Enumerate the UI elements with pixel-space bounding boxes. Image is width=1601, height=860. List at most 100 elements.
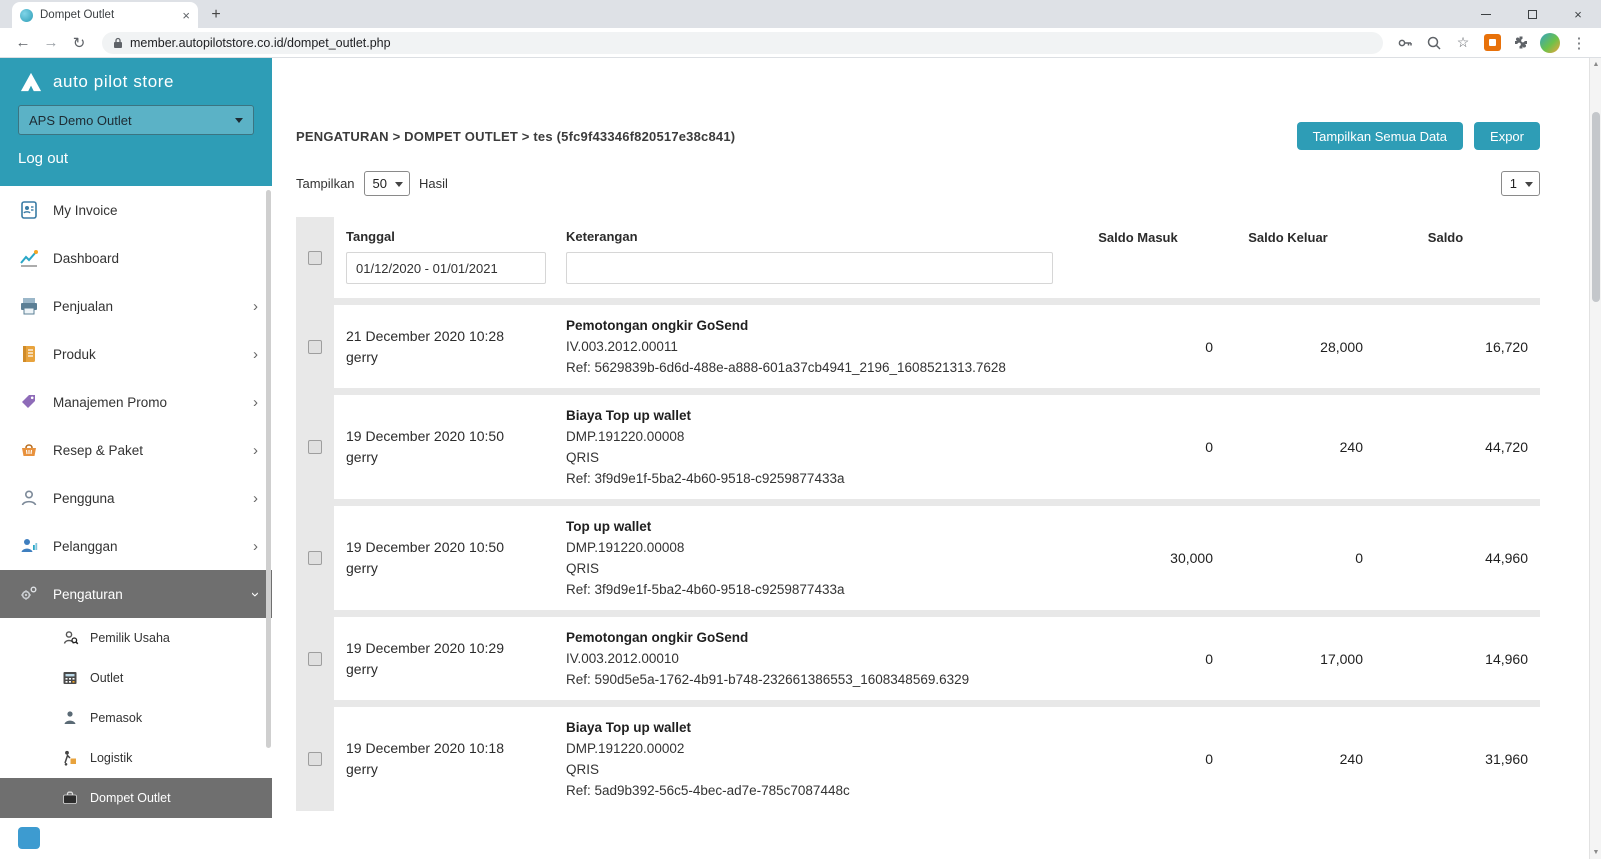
- supplier-icon: [60, 709, 79, 728]
- dashboard-icon: [18, 247, 40, 269]
- row-saldo-keluar: 28,000: [1213, 339, 1363, 355]
- browser-tab[interactable]: Dompet Outlet ×: [12, 2, 198, 28]
- sidebar-item-resep-paket[interactable]: Resep & Paket ›: [0, 426, 272, 474]
- invoice-icon: [18, 199, 40, 221]
- sidebar: auto pilot store APS Demo Outlet Log out…: [0, 58, 272, 859]
- row-checkbox[interactable]: [308, 551, 322, 565]
- sidebar-subitem-dompet-outlet[interactable]: Dompet Outlet: [0, 778, 272, 818]
- sidebar-item-produk[interactable]: Produk ›: [0, 330, 272, 378]
- column-header-tanggal: Tanggal: [346, 229, 566, 244]
- outlet-selector[interactable]: APS Demo Outlet: [18, 105, 254, 135]
- show-all-data-button[interactable]: Tampilkan Semua Data: [1297, 122, 1463, 150]
- row-description-line: Ref: 5ad9b392-56c5-4bec-ad7e-785c7087448…: [566, 780, 1063, 801]
- sidebar-subitem-logistik[interactable]: Logistik: [0, 738, 272, 778]
- row-saldo: 31,960: [1363, 751, 1528, 767]
- scrollbar-thumb[interactable]: [1592, 112, 1600, 302]
- forward-button[interactable]: →: [38, 30, 64, 56]
- row-saldo-keluar: 240: [1213, 439, 1363, 455]
- site-favicon: [20, 9, 33, 22]
- row-checkbox[interactable]: [308, 440, 322, 454]
- new-tab-button[interactable]: +: [204, 3, 228, 27]
- sidebar-item-pelanggan[interactable]: Pelanggan ›: [0, 522, 272, 570]
- chevron-down-icon: [235, 118, 243, 123]
- product-icon: [18, 343, 40, 365]
- browser-menu-icon[interactable]: ⋮: [1567, 31, 1591, 55]
- row-date: 19 December 2020 10:18: [346, 738, 566, 759]
- row-saldo: 44,720: [1363, 439, 1528, 455]
- sidebar-item-label: Dashboard: [53, 251, 119, 266]
- page-number-select[interactable]: 1: [1501, 171, 1540, 196]
- sidebar-subitem-label: Outlet: [90, 671, 123, 685]
- main-content: PENGATURAN > DOMPET OUTLET > tes (5fc9f4…: [272, 58, 1601, 859]
- results-label: Hasil: [419, 176, 448, 191]
- logo-text: auto pilot store: [53, 72, 174, 92]
- row-saldo-masuk: 30,000: [1063, 550, 1213, 566]
- select-all-checkbox[interactable]: [308, 251, 322, 265]
- extensions-puzzle-icon[interactable]: [1509, 31, 1533, 55]
- back-button[interactable]: ←: [10, 30, 36, 56]
- row-saldo-masuk: 0: [1063, 651, 1213, 667]
- browser-toolbar: ← → ↻ member.autopilotstore.co.id/dompet…: [0, 28, 1601, 58]
- zoom-icon[interactable]: [1422, 31, 1446, 55]
- date-range-filter-input[interactable]: [346, 252, 546, 284]
- url-bar[interactable]: member.autopilotstore.co.id/dompet_outle…: [102, 32, 1383, 54]
- row-description-line: DMP.191220.00002: [566, 738, 1063, 759]
- outlet-selector-value: APS Demo Outlet: [29, 113, 132, 128]
- row-user: gerry: [346, 659, 566, 680]
- table-row: 19 December 2020 10:29 gerry Pemotongan …: [296, 617, 1540, 700]
- row-description-title: Top up wallet: [566, 516, 1063, 537]
- url-text: member.autopilotstore.co.id/dompet_outle…: [130, 36, 391, 50]
- row-saldo-masuk: 0: [1063, 439, 1213, 455]
- sidebar-scrollbar[interactable]: [266, 190, 271, 748]
- maximize-button[interactable]: [1509, 0, 1555, 28]
- row-saldo-keluar: 0: [1213, 550, 1363, 566]
- row-description-line: IV.003.2012.00010: [566, 648, 1063, 669]
- row-date: 19 December 2020 10:50: [346, 426, 566, 447]
- table-header-row: Tanggal Keterangan Saldo Masuk Saldo Kel…: [296, 217, 1540, 298]
- sidebar-item-pengguna[interactable]: Pengguna ›: [0, 474, 272, 522]
- page-size-select[interactable]: 50: [364, 171, 410, 196]
- minimize-button[interactable]: [1463, 0, 1509, 28]
- export-button[interactable]: Expor: [1474, 122, 1540, 150]
- row-description-line: Ref: 3f9d9e1f-5ba2-4b60-9518-c9259877433…: [566, 468, 1063, 489]
- tab-close-icon[interactable]: ×: [182, 9, 190, 22]
- column-header-saldo: Saldo: [1363, 229, 1528, 245]
- column-header-saldo-keluar: Saldo Keluar: [1213, 229, 1363, 245]
- row-description-line: QRIS: [566, 558, 1063, 579]
- row-checkbox[interactable]: [308, 652, 322, 666]
- row-description-line: QRIS: [566, 759, 1063, 780]
- row-description-line: IV.003.2012.00011: [566, 336, 1063, 357]
- sidebar-item-dashboard[interactable]: Dashboard: [0, 234, 272, 282]
- sidebar-item-partial-icon[interactable]: [18, 827, 40, 849]
- close-button[interactable]: ×: [1555, 0, 1601, 28]
- sidebar-item-label: My Invoice: [53, 203, 118, 218]
- password-key-icon[interactable]: [1393, 31, 1417, 55]
- sidebar-subitem-pemasok[interactable]: Pemasok: [0, 698, 272, 738]
- row-checkbox[interactable]: [308, 752, 322, 766]
- browser-tab-strip: Dompet Outlet × + ×: [0, 0, 1601, 28]
- sidebar-subitem-pemilik-usaha[interactable]: Pemilik Usaha: [0, 618, 272, 658]
- sidebar-item-penjualan[interactable]: Penjualan ›: [0, 282, 272, 330]
- table-row: 19 December 2020 10:18 gerry Biaya Top u…: [296, 707, 1540, 811]
- sidebar-item-my-invoice[interactable]: My Invoice: [0, 186, 272, 234]
- scrollbar-down-arrow[interactable]: ▼: [1590, 849, 1601, 856]
- row-checkbox[interactable]: [308, 340, 322, 354]
- row-description-line: Ref: 590d5e5a-1762-4b91-b748-23266138655…: [566, 669, 1063, 690]
- scrollbar-up-arrow[interactable]: ▲: [1590, 61, 1601, 68]
- password-extension-icon[interactable]: [1480, 31, 1504, 55]
- profile-avatar[interactable]: [1538, 31, 1562, 55]
- column-header-keterangan: Keterangan: [566, 229, 1063, 244]
- sidebar-item-pengaturan[interactable]: Pengaturan ›: [0, 570, 272, 618]
- page-scrollbar[interactable]: ▲ ▼: [1589, 58, 1601, 859]
- sidebar-subitem-outlet[interactable]: Outlet: [0, 658, 272, 698]
- row-date: 21 December 2020 10:28: [346, 326, 566, 347]
- sidebar-subitem-label: Logistik: [90, 751, 132, 765]
- app-logo: auto pilot store: [18, 71, 254, 93]
- keterangan-filter-input[interactable]: [566, 252, 1053, 284]
- logout-link[interactable]: Log out: [18, 150, 68, 167]
- breadcrumb: PENGATURAN > DOMPET OUTLET > tes (5fc9f4…: [296, 129, 1286, 144]
- chevron-right-icon: ›: [253, 395, 258, 410]
- sidebar-item-manajemen-promo[interactable]: Manajemen Promo ›: [0, 378, 272, 426]
- refresh-button[interactable]: ↻: [66, 30, 92, 56]
- bookmark-star-icon[interactable]: ☆: [1451, 31, 1475, 55]
